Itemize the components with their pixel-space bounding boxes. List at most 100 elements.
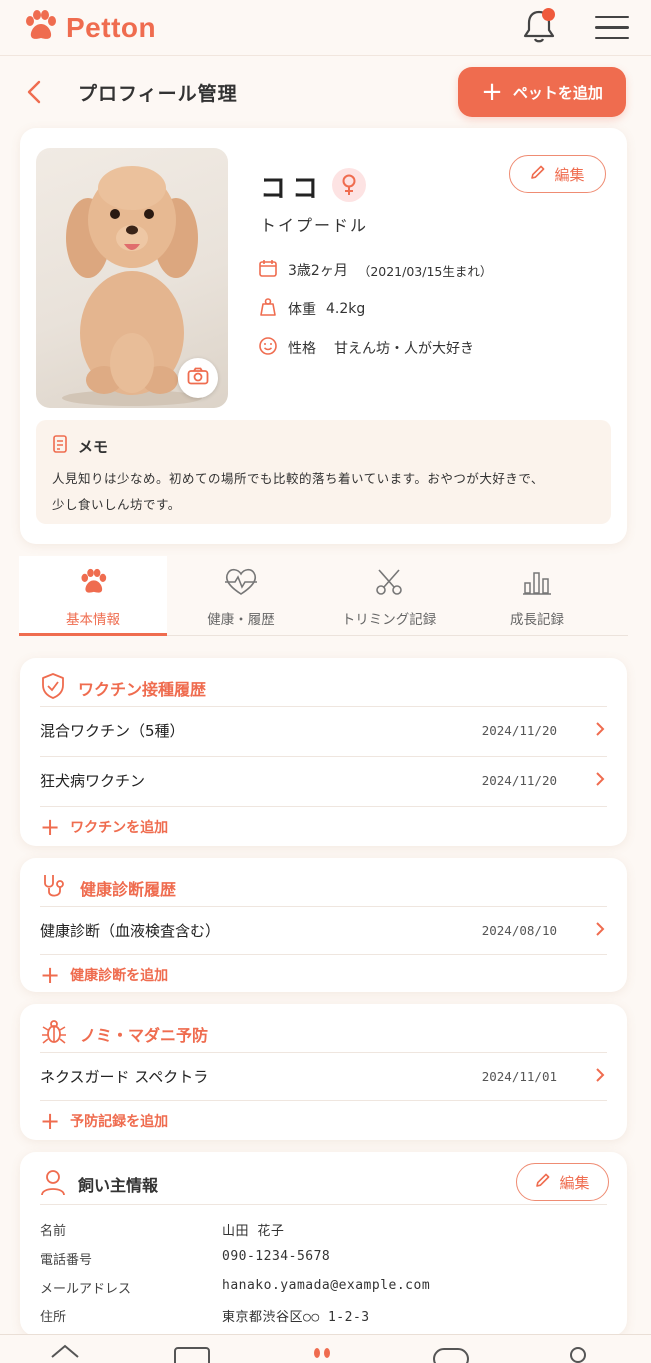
user-icon — [40, 1168, 66, 1200]
paw-icon — [78, 566, 108, 598]
weight-line: 体重 4.2kg — [258, 297, 365, 321]
heart-pulse-icon — [223, 566, 259, 598]
field-label: 名前 — [40, 1224, 67, 1239]
add-checkup-button[interactable]: + 健康診断を追加 — [40, 954, 607, 994]
weight-value: 4.2kg — [326, 301, 366, 317]
female-icon — [332, 168, 366, 202]
weight-icon — [258, 297, 278, 321]
weight-label: 体重 — [288, 302, 316, 318]
pencil-icon — [530, 164, 546, 184]
add-prevention-button[interactable]: + 予防記録を追加 — [40, 1100, 607, 1140]
add-checkup-label: 健康診断を追加 — [70, 967, 169, 984]
owner-field-phone: 電話番号 090-1234-5678 — [40, 1249, 607, 1268]
vaccine-date: 2024/11/20 — [481, 773, 557, 788]
menu-icon[interactable] — [595, 15, 629, 40]
paw-nav-icon — [314, 1348, 320, 1358]
vaccine-row[interactable]: 狂犬病ワクチン 2024/11/20 — [40, 756, 607, 804]
stethoscope-icon — [40, 872, 68, 904]
memo-text-line-1: 人見知りは少なめ。初めての場所でも比較的落ち着いています。おやつが大好きで、 — [52, 471, 544, 486]
tab-label: 成長記録 — [510, 612, 564, 628]
add-pet-label: ペットを追加 — [512, 83, 603, 102]
checkup-name: 健康診断（血液検査含む） — [40, 922, 221, 940]
back-arrow-icon[interactable] — [26, 80, 46, 104]
pet-breed: トイプードル — [260, 216, 369, 235]
chat-icon — [433, 1348, 469, 1363]
owner-field-address: 住所 東京都渋谷区○○ 1-2-3 — [40, 1306, 607, 1325]
personality-line: 性格 甘えん坊・人が大好き — [258, 336, 474, 360]
page-title: プロフィール管理 — [78, 82, 238, 105]
vaccine-row[interactable]: 混合ワクチン（5種） 2024/11/20 — [40, 706, 607, 754]
edit-label: 編集 — [559, 1173, 590, 1192]
memo-box: メモ 人見知りは少なめ。初めての場所でも比較的落ち着いています。おやつが大好きで… — [36, 420, 611, 524]
tab-label: 健康・履歴 — [207, 612, 275, 628]
profile-nav-icon — [570, 1347, 586, 1363]
plus-icon: + — [481, 77, 503, 107]
bug-icon — [40, 1018, 68, 1050]
field-value: 090-1234-5678 — [222, 1249, 331, 1264]
pet-profile-card: ココ トイプードル 編集 3歳2ヶ月 （2021/03/15生まれ） 体重 4.… — [20, 128, 627, 544]
field-label: 住所 — [40, 1310, 67, 1325]
checkup-row[interactable]: 健康診断（血液検査含む） 2024/08/10 — [40, 906, 607, 954]
paw-logo-icon — [22, 9, 58, 47]
tab-trimming[interactable]: トリミング記録 — [315, 556, 463, 636]
chevron-right-icon — [595, 921, 605, 941]
add-pet-button[interactable]: + ペットを追加 — [458, 67, 626, 117]
checkup-history-card: 健康診断履歴 健康診断（血液検査含む） 2024/08/10 + 健康診断を追加 — [20, 858, 627, 992]
add-vaccine-button[interactable]: + ワクチンを追加 — [40, 806, 607, 846]
vaccine-name: 狂犬病ワクチン — [40, 772, 146, 790]
vaccine-name: 混合ワクチン（5種） — [40, 722, 185, 740]
memo-title: メモ — [78, 437, 109, 456]
calendar-icon — [258, 258, 278, 282]
camera-icon — [187, 367, 209, 389]
shield-check-icon — [40, 672, 66, 704]
section-title: 飼い主情報 — [78, 1176, 159, 1195]
flea-date: 2024/11/01 — [481, 1069, 557, 1084]
flea-product-name: ネクスガード スペクトラ — [40, 1068, 209, 1086]
edit-owner-button[interactable]: 編集 — [516, 1163, 609, 1201]
brand-logo[interactable]: Petton — [22, 9, 156, 47]
pet-photo — [36, 148, 228, 408]
change-photo-button[interactable] — [178, 358, 218, 398]
plus-icon: + — [40, 1106, 61, 1135]
owner-info-card: 飼い主情報 編集 名前 山田 花子 電話番号 090-1234-5678 メール… — [20, 1152, 627, 1336]
scissors-icon — [374, 566, 404, 598]
notification-button[interactable] — [521, 7, 557, 48]
chevron-right-icon — [595, 771, 605, 791]
calendar-nav-icon — [174, 1347, 210, 1363]
plus-icon: + — [40, 960, 61, 989]
edit-pet-button[interactable]: 編集 — [509, 155, 606, 193]
tab-label: 基本情報 — [66, 612, 120, 628]
pencil-icon — [535, 1172, 551, 1192]
field-value: 山田 花子 — [222, 1224, 285, 1239]
owner-field-email: メールアドレス hanako.yamada@example.com — [40, 1278, 607, 1297]
vaccine-date: 2024/11/20 — [481, 723, 557, 738]
field-value: hanako.yamada@example.com — [222, 1278, 431, 1293]
flea-row[interactable]: ネクスガード スペクトラ 2024/11/01 — [40, 1052, 607, 1100]
tab-health[interactable]: 健康・履歴 — [167, 556, 315, 636]
home-icon — [51, 1344, 79, 1358]
field-label: メールアドレス — [40, 1282, 132, 1297]
tab-label: トリミング記録 — [341, 612, 437, 628]
flea-prevention-card: ノミ・マダニ予防 ネクスガード スペクトラ 2024/11/01 + 予防記録を… — [20, 1004, 627, 1140]
tab-growth[interactable]: 成長記録 — [463, 556, 611, 636]
section-title: ワクチン接種履歴 — [78, 680, 207, 699]
field-value: 東京都渋谷区○○ 1-2-3 — [222, 1310, 370, 1325]
plus-icon: + — [40, 812, 61, 841]
vaccine-history-card: ワクチン接種履歴 混合ワクチン（5種） 2024/11/20 狂犬病ワクチン 2… — [20, 658, 627, 846]
add-vaccine-label: ワクチンを追加 — [70, 819, 169, 836]
section-title: ノミ・マダニ予防 — [80, 1026, 209, 1045]
age-line: 3歳2ヶ月 （2021/03/15生まれ） — [258, 258, 492, 282]
pet-name: ココ — [260, 174, 325, 204]
app-header: Petton — [0, 0, 651, 56]
bottom-navigation — [0, 1334, 651, 1363]
profile-tabs: 基本情報 健康・履歴 トリミング記録 成長記録 — [19, 556, 628, 636]
pet-birthday: （2021/03/15生まれ） — [357, 263, 493, 279]
owner-field-name: 名前 山田 花子 — [40, 1220, 607, 1239]
section-title: 健康診断履歴 — [80, 880, 177, 899]
bar-chart-icon — [522, 566, 552, 598]
smile-icon — [258, 336, 278, 360]
notification-badge — [542, 7, 555, 21]
field-label: 電話番号 — [40, 1253, 93, 1268]
personality-value: 甘えん坊・人が大好き — [334, 341, 474, 357]
tab-basic-info[interactable]: 基本情報 — [19, 556, 167, 636]
